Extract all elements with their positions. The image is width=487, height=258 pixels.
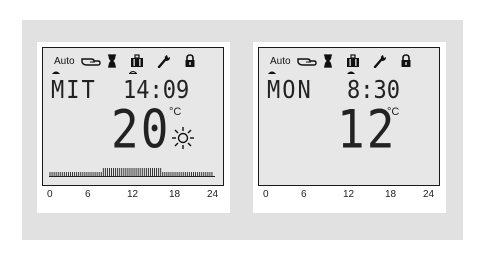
time-axis-1: 0 6 12 18 24 [47, 189, 223, 203]
active-marker-filled [347, 71, 355, 74]
hand-icon [297, 58, 317, 66]
active-marker-filled [52, 71, 60, 74]
axis-label: 18 [169, 189, 181, 200]
wrench-icon [373, 55, 386, 68]
temperature-unit: °C [169, 106, 182, 118]
suitcase-icon [131, 54, 143, 67]
display-panel-2: Auto MON 8:30 12 °C 0 6 12 18 24 [253, 42, 446, 213]
hourglass-icon [324, 54, 332, 68]
hourglass-icon [108, 54, 116, 68]
axis-label: 18 [385, 189, 397, 200]
axis-label: 0 [263, 189, 269, 200]
status-icon-row: Auto [43, 54, 223, 70]
active-marker-filled [268, 71, 276, 74]
time-axis-2: 0 6 12 18 24 [263, 189, 439, 203]
day-readout: MON [267, 76, 313, 105]
day-readout: MIT [51, 76, 97, 105]
auto-mode-label: Auto [54, 56, 75, 67]
heating-program-bar [49, 168, 215, 177]
temperature-unit: °C [387, 106, 400, 118]
temperature-readout: 20 [111, 98, 171, 161]
suitcase-icon [347, 54, 359, 67]
axis-label: 24 [207, 189, 219, 200]
active-marker-outline [129, 71, 137, 74]
axis-label: 24 [423, 189, 435, 200]
axis-label: 6 [301, 189, 307, 200]
axis-label: 12 [127, 189, 139, 200]
axis-label: 6 [85, 189, 91, 200]
lcd-screen-2: Auto MON 8:30 12 °C [258, 47, 440, 186]
wrench-icon [157, 55, 170, 68]
thermostat-display-figure: Auto MIT 14:09 20 °C 0 6 12 18 24 Auto M… [22, 20, 463, 240]
lock-icon [185, 54, 195, 67]
sun-icon [172, 127, 194, 149]
axis-label: 0 [47, 189, 53, 200]
auto-mode-label: Auto [270, 56, 291, 67]
hand-icon [81, 58, 101, 66]
lock-icon [401, 54, 411, 67]
display-panel-1: Auto MIT 14:09 20 °C 0 6 12 18 24 [37, 42, 230, 213]
status-icon-row: Auto [259, 54, 439, 70]
lcd-screen-1: Auto MIT 14:09 20 °C [42, 47, 224, 186]
axis-label: 12 [343, 189, 355, 200]
